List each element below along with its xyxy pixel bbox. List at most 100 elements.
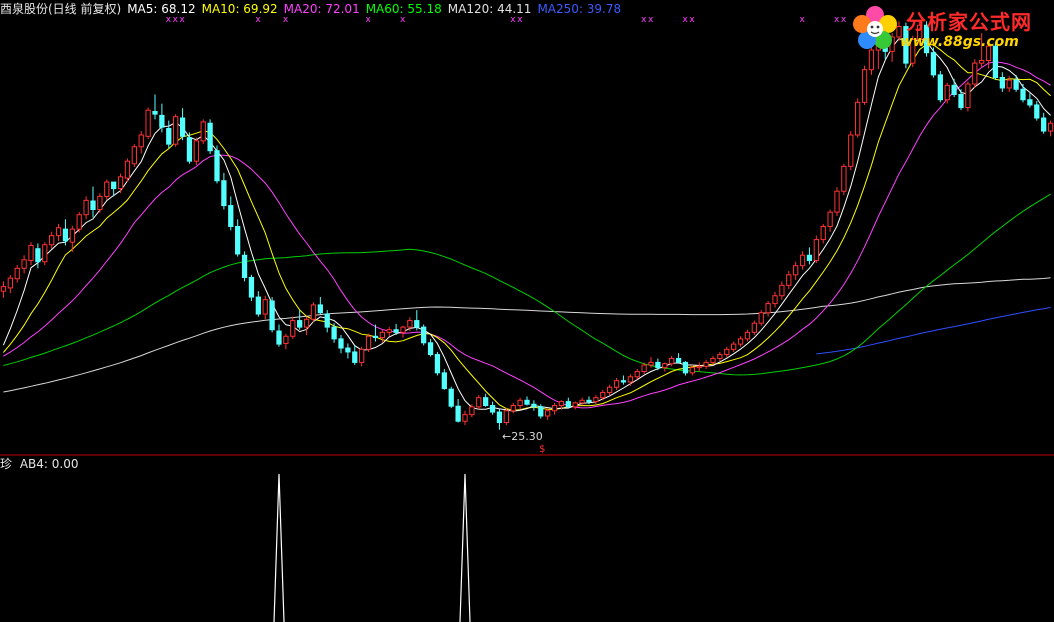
candle-body: [317, 304, 323, 314]
candle-body: [772, 295, 778, 305]
candle-body: [1047, 122, 1054, 132]
candle-body: [806, 254, 813, 261]
candle-body: [545, 410, 551, 417]
candle-body: [613, 380, 620, 388]
ma-label-4: MA120: 44.11: [447, 2, 532, 16]
candle-body: [965, 83, 971, 109]
candle-body: [586, 399, 592, 403]
candle-body: [145, 109, 151, 137]
candle-body: [42, 244, 48, 263]
candle-body: [1006, 79, 1012, 89]
candle-body: [352, 351, 358, 363]
candle-body: [173, 116, 179, 145]
candle-body: [310, 304, 317, 320]
flower-logo-icon: [853, 6, 897, 49]
candle-body: [579, 399, 585, 404]
candle-body: [1013, 79, 1019, 90]
candle-body: [979, 60, 985, 64]
candle-body: [958, 93, 964, 109]
candle-body: [0, 286, 7, 292]
candle-body: [972, 62, 978, 85]
candle-body: [662, 363, 668, 369]
candle-body: [951, 84, 957, 95]
candle-body: [255, 296, 261, 315]
candle-body: [269, 300, 275, 331]
candle-body: [744, 331, 751, 340]
candle-body: [124, 160, 131, 179]
cross-marker: x: [800, 15, 806, 25]
candle-body: [21, 259, 27, 269]
candle-body: [166, 127, 172, 145]
low-price-annotation: ←25.30: [502, 430, 543, 443]
candle-body: [393, 329, 399, 333]
candle-body: [731, 343, 737, 350]
candle-body: [97, 195, 103, 210]
candle-body: [937, 74, 943, 101]
candle-body: [179, 117, 186, 137]
candle-body: [221, 180, 227, 207]
candle-body: [779, 284, 785, 297]
ma-label-5: MA250: 39.78: [537, 2, 622, 16]
candle-body: [1034, 104, 1040, 119]
candle-body: [648, 361, 654, 366]
candle-body: [90, 200, 96, 210]
cross-marker: x: [682, 15, 688, 25]
candle-body: [297, 320, 303, 328]
candle-body: [365, 335, 372, 350]
indicator-value: AB4: 0.00: [19, 457, 79, 471]
ma-label-3: MA60: 55.18: [365, 2, 442, 16]
candle-body: [655, 361, 661, 369]
candle-body: [228, 205, 234, 227]
ma-label-2: MA20: 72.01: [283, 2, 360, 16]
candle-body: [510, 405, 516, 412]
cross-marker: x: [689, 15, 695, 25]
candle-body: [538, 406, 544, 417]
candle-body: [600, 391, 606, 399]
candle-body: [593, 397, 599, 403]
candle-body: [517, 399, 523, 407]
candle-body: [290, 320, 296, 337]
candle-body: [386, 329, 392, 333]
candle-body: [689, 367, 695, 374]
candle-body: [820, 225, 826, 241]
candle-body: [117, 176, 124, 190]
candle-body: [696, 365, 702, 369]
candle-body: [710, 357, 716, 363]
cross-marker: x: [641, 15, 647, 25]
candle-body: [200, 121, 206, 142]
ma-label-0: MA5: 68.12: [127, 2, 196, 16]
ma20-line: [3, 61, 1051, 409]
candle-body: [372, 335, 379, 339]
candle-body: [55, 227, 62, 237]
candle-body: [703, 361, 709, 367]
indicator-name: 珍: [0, 457, 13, 471]
candle-body: [138, 134, 144, 148]
candle-body: [724, 348, 730, 356]
candle-body: [737, 338, 744, 345]
candle-body: [407, 320, 413, 328]
candle-body: [62, 228, 69, 242]
candle-body: [620, 380, 627, 383]
candle-body: [214, 150, 220, 182]
candle-body: [186, 137, 193, 162]
candle-body: [786, 274, 792, 286]
ab4-spike: [273, 473, 285, 622]
site-logo: 分析家公式网 www.88gs.com: [850, 4, 1046, 56]
candle-body: [551, 405, 558, 412]
candle-body: [565, 401, 571, 408]
ma5-line: [2, 37, 1051, 412]
candle-body: [414, 320, 420, 328]
bottom-signal-marker: $: [539, 444, 545, 455]
ma250-line: [816, 306, 1051, 355]
candle-body: [283, 335, 289, 344]
candle-body: [248, 276, 255, 298]
candle-body: [28, 244, 34, 261]
candle-body: [83, 199, 89, 216]
candle-body: [35, 248, 41, 263]
candle-body: [1041, 117, 1047, 132]
moving-average-lines: [2, 37, 1051, 412]
ab4-indicator-plot: [273, 473, 471, 622]
candle-body: [193, 140, 199, 162]
candle-body: [799, 254, 806, 267]
candle-body: [855, 101, 861, 136]
